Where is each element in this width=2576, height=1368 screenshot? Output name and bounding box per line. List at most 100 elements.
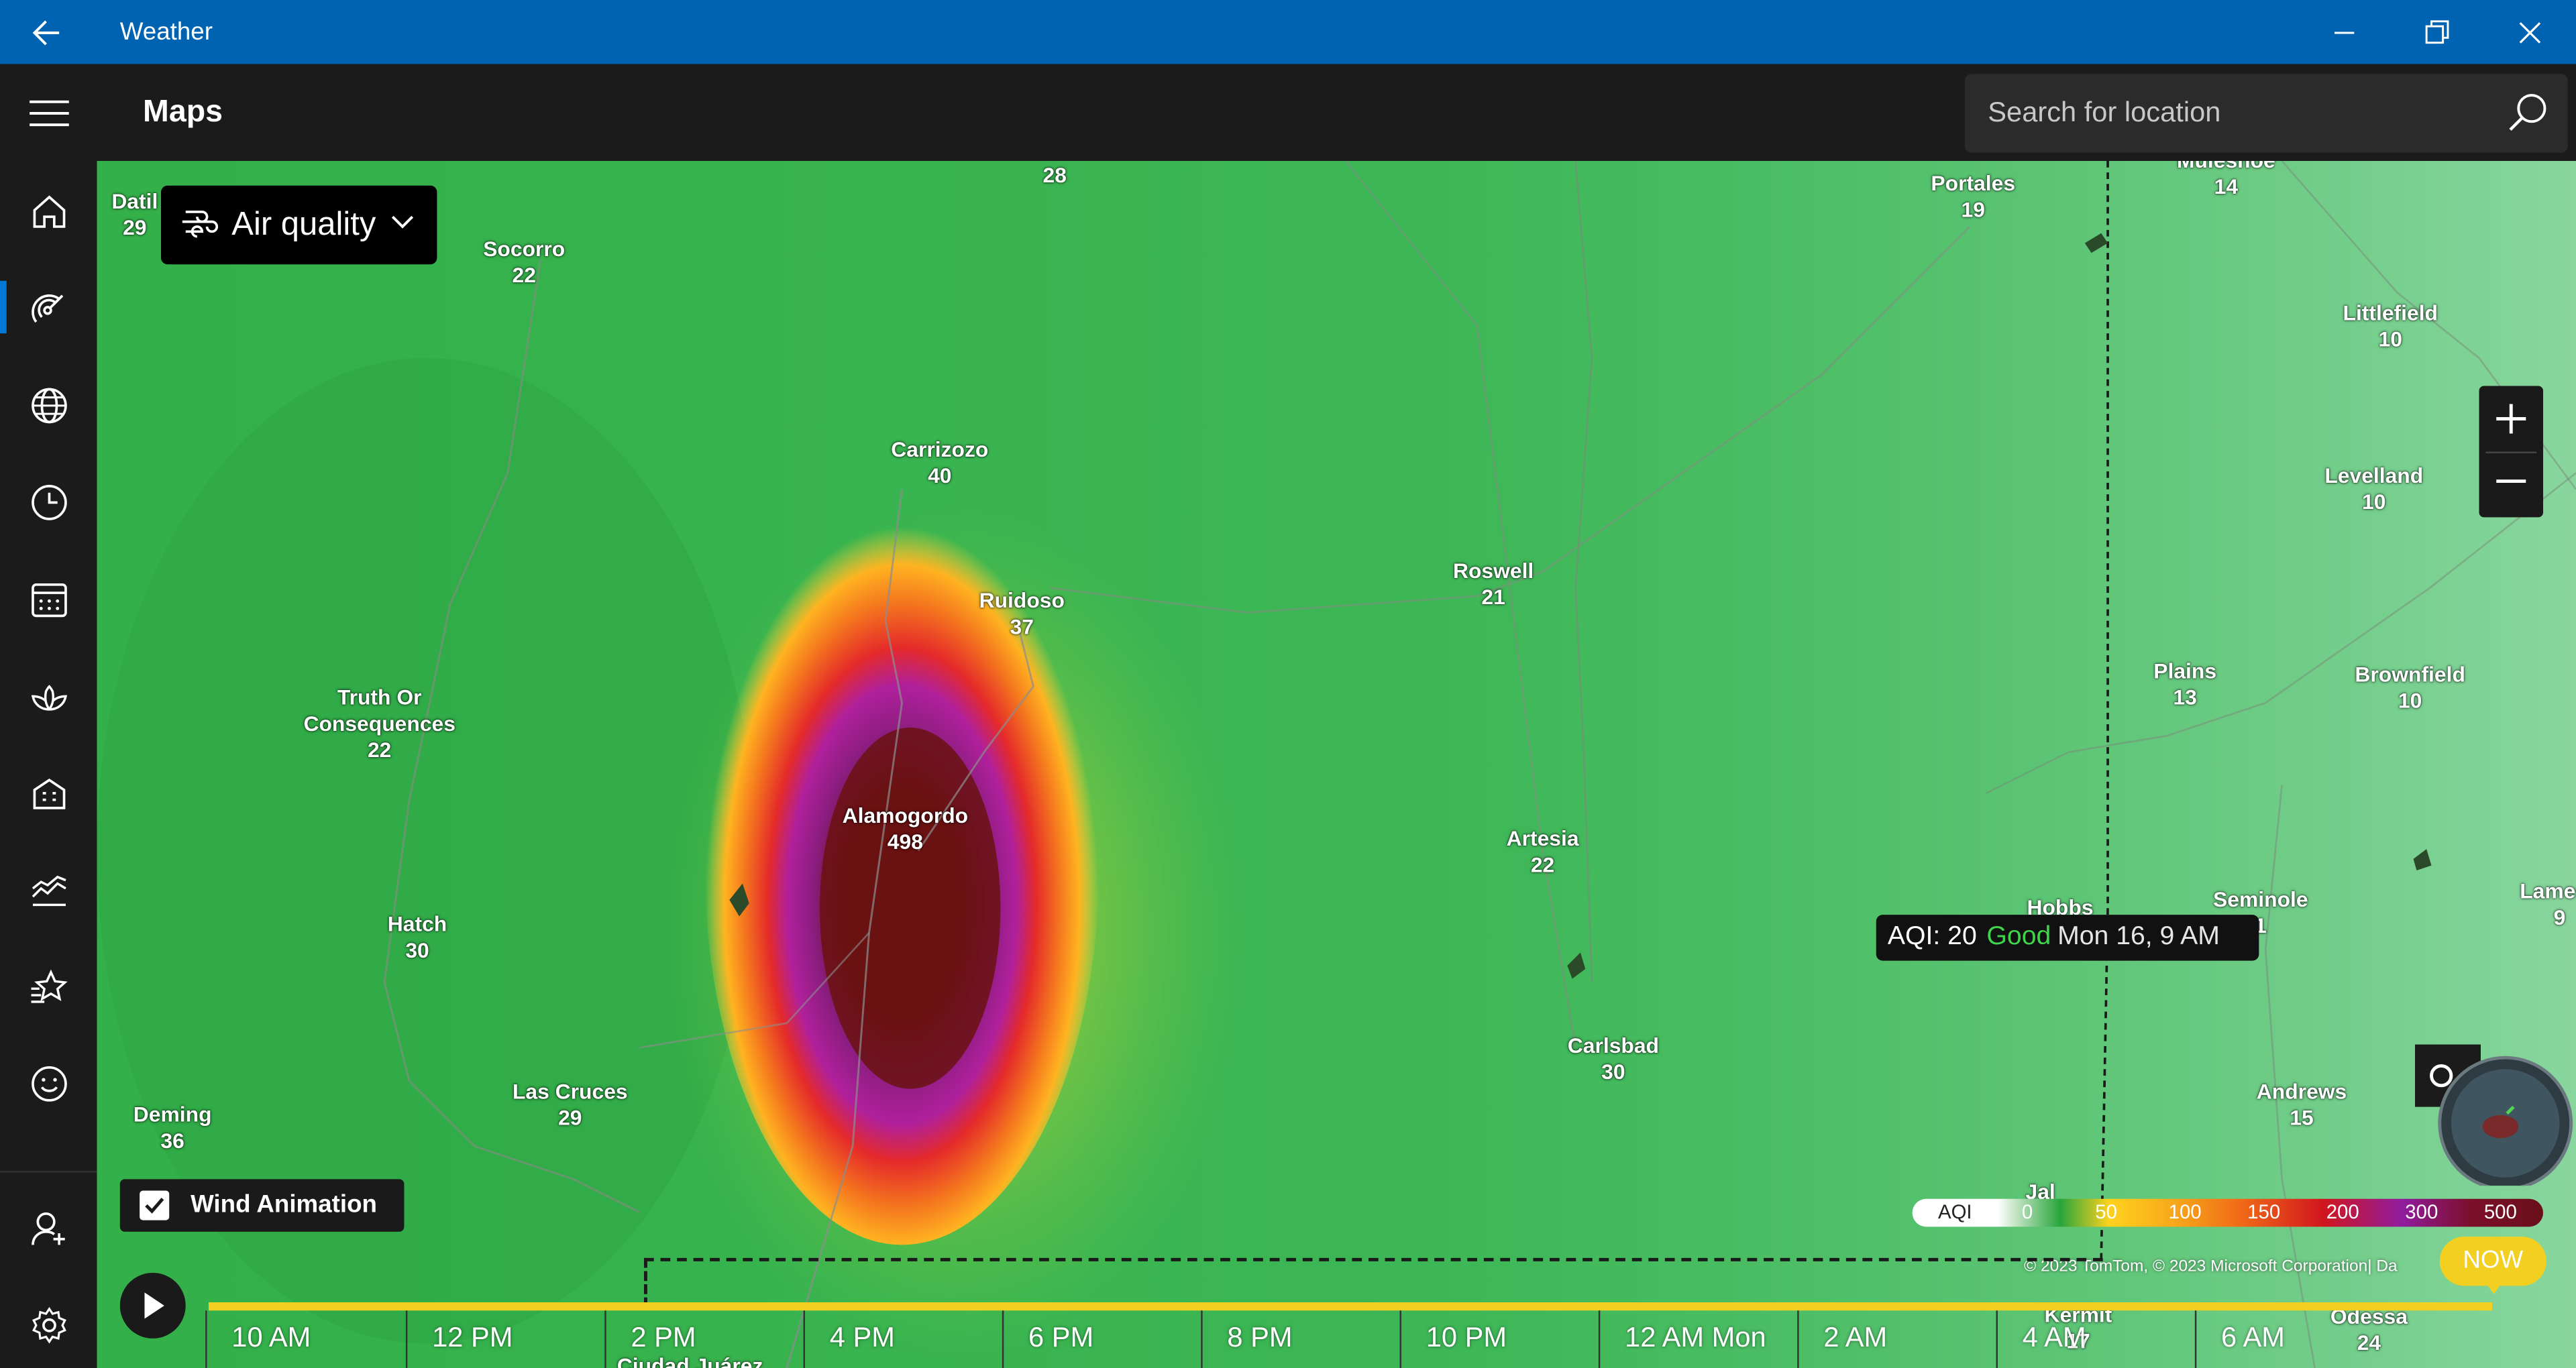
nav-historical[interactable] (0, 460, 97, 542)
aqi-tooltip: AQI: 20 Good Mon 16, 9 AM (1876, 915, 2259, 961)
navigation-rail (0, 64, 97, 1368)
city-label: Datil 29 (111, 188, 158, 240)
city-label: Muleshoe14 (2177, 161, 2275, 199)
city-label: Artesia 22 (1506, 825, 1579, 877)
city-label: Roswell 21 (1452, 558, 1534, 610)
timeline-tick[interactable]: 2 PM (604, 1310, 696, 1368)
legend-title: AQI (1937, 1200, 1972, 1224)
aqi-legend: AQI 0 50 100 150 200 300 500 (1912, 1198, 2544, 1227)
timeline-tick[interactable]: 12 AM Mon (1598, 1310, 1766, 1368)
calendar-icon (32, 583, 67, 618)
title-bar: Weather (0, 0, 2576, 64)
nav-maps[interactable] (0, 266, 97, 348)
legend-stop: 500 (2483, 1200, 2517, 1224)
timeline-tick[interactable]: 10 AM (205, 1310, 311, 1368)
layer-picker-button[interactable]: Air quality (161, 185, 437, 265)
minimize-icon (2334, 32, 2355, 34)
settings-icon (32, 1306, 66, 1344)
zoom-in-button[interactable] (2479, 386, 2544, 452)
tooltip-time: Mon 16, 9 AM (2057, 923, 2220, 951)
search-input[interactable] (1988, 74, 2481, 153)
weather-app: Weather Maps Search for location Datil 2… (0, 0, 2576, 1368)
city-label: Carlsbad 30 (1567, 1033, 1660, 1084)
minimize-button[interactable] (2321, 10, 2367, 56)
nav-forecast[interactable] (0, 169, 97, 251)
smiley-icon (32, 1066, 67, 1102)
back-arrow-icon (32, 20, 60, 46)
play-button[interactable] (119, 1272, 186, 1338)
home-icon (33, 195, 66, 228)
nav-calendar[interactable] (0, 557, 97, 638)
city-label: Deming 36 (133, 1102, 212, 1153)
chart-icon (32, 875, 66, 907)
city-label: Levelland 10 (2324, 463, 2424, 514)
legend-stop: 150 (2247, 1200, 2281, 1224)
restore-icon (2425, 20, 2449, 44)
close-icon (2519, 22, 2541, 44)
legend-stop: 200 (2326, 1200, 2359, 1224)
city-label: Alamogordo 498 (842, 803, 969, 854)
layer-label: Air quality (231, 207, 376, 243)
nav-lifestyle[interactable] (0, 654, 97, 736)
close-button[interactable] (2507, 10, 2553, 56)
globe-icon (32, 388, 67, 424)
timeline-track[interactable] (209, 1302, 2493, 1311)
page-title: Maps (143, 95, 223, 130)
nav-monthly[interactable] (0, 750, 97, 832)
settings-button[interactable] (0, 1283, 97, 1365)
compass-globe-icon[interactable] (2415, 1044, 2576, 1186)
tooltip-aqi-level: Good (1986, 923, 2051, 951)
minus-icon (2496, 479, 2526, 483)
city-label: Truth Or Consequences 22 (303, 685, 455, 762)
timeline-tick[interactable]: 10 PM (1399, 1310, 1507, 1368)
page-header: Maps (97, 64, 2576, 162)
forecast-range-border (644, 1257, 2103, 1261)
map-canvas (97, 161, 2576, 1368)
favorites-icon (31, 969, 68, 1003)
account-button[interactable] (0, 1186, 97, 1267)
hamburger-icon (30, 100, 69, 127)
back-button[interactable] (23, 13, 72, 53)
app-title: Weather (119, 17, 213, 46)
forecast-range-border-left (644, 1257, 647, 1308)
nav-trends[interactable] (0, 848, 97, 929)
zoom-out-button[interactable] (2479, 451, 2544, 517)
rail-divider (0, 1171, 97, 1173)
city-label: Littlefield 10 (2343, 300, 2438, 352)
legend-stop: 100 (2168, 1200, 2202, 1224)
zoom-controls (2479, 386, 2544, 518)
checkmark-icon (145, 1198, 164, 1214)
wind-animation-toggle[interactable]: Wind Animation (119, 1179, 405, 1232)
timeline-ticks: 10 AM 12 PM 2 PM 4 PM 6 PM 8 PM 10 PM 12… (205, 1310, 2576, 1368)
timeline-tick[interactable]: 4 PM (803, 1310, 895, 1368)
now-marker[interactable]: NOW (2439, 1237, 2546, 1294)
timeline-tick[interactable]: 6 AM (2194, 1310, 2285, 1368)
tooltip-aqi-value: AQI: 20 (1887, 923, 1977, 951)
wind-animation-checkbox[interactable] (140, 1190, 170, 1220)
timeline-tick[interactable]: 8 PM (1201, 1310, 1293, 1368)
nav-news[interactable] (0, 363, 97, 445)
timeline-tick[interactable]: 2 AM (1797, 1310, 1887, 1368)
search-icon[interactable] (2506, 91, 2552, 137)
city-label: Carrizozo 40 (891, 437, 989, 488)
legend-stop: 50 (2095, 1200, 2117, 1224)
restore-button[interactable] (2414, 10, 2460, 56)
account-add-icon (32, 1212, 65, 1245)
lotus-icon (31, 685, 68, 711)
city-label: Socorro 22 (483, 236, 566, 288)
timeline-tick[interactable]: 4 AM (1996, 1310, 2086, 1368)
building-icon (33, 779, 66, 809)
search-box[interactable] (1964, 74, 2568, 153)
timeline-tick[interactable]: 12 PM (405, 1310, 513, 1368)
maps-radar-icon (32, 294, 64, 323)
map-view[interactable]: Datil29 Socorro22 1928 Portales19 Mulesh… (97, 161, 2576, 1368)
nav-feedback[interactable] (0, 1041, 97, 1123)
city-label: Hatch 30 (387, 911, 447, 963)
clock-icon (32, 485, 67, 520)
hamburger-menu-button[interactable] (0, 72, 97, 154)
city-label: Plains 13 (2153, 659, 2217, 709)
city-label: Portales 19 (1931, 170, 2016, 222)
timeline-tick[interactable]: 6 PM (1002, 1310, 1093, 1368)
city-label: Andrews 15 (2256, 1078, 2347, 1130)
nav-favorites[interactable] (0, 944, 97, 1026)
